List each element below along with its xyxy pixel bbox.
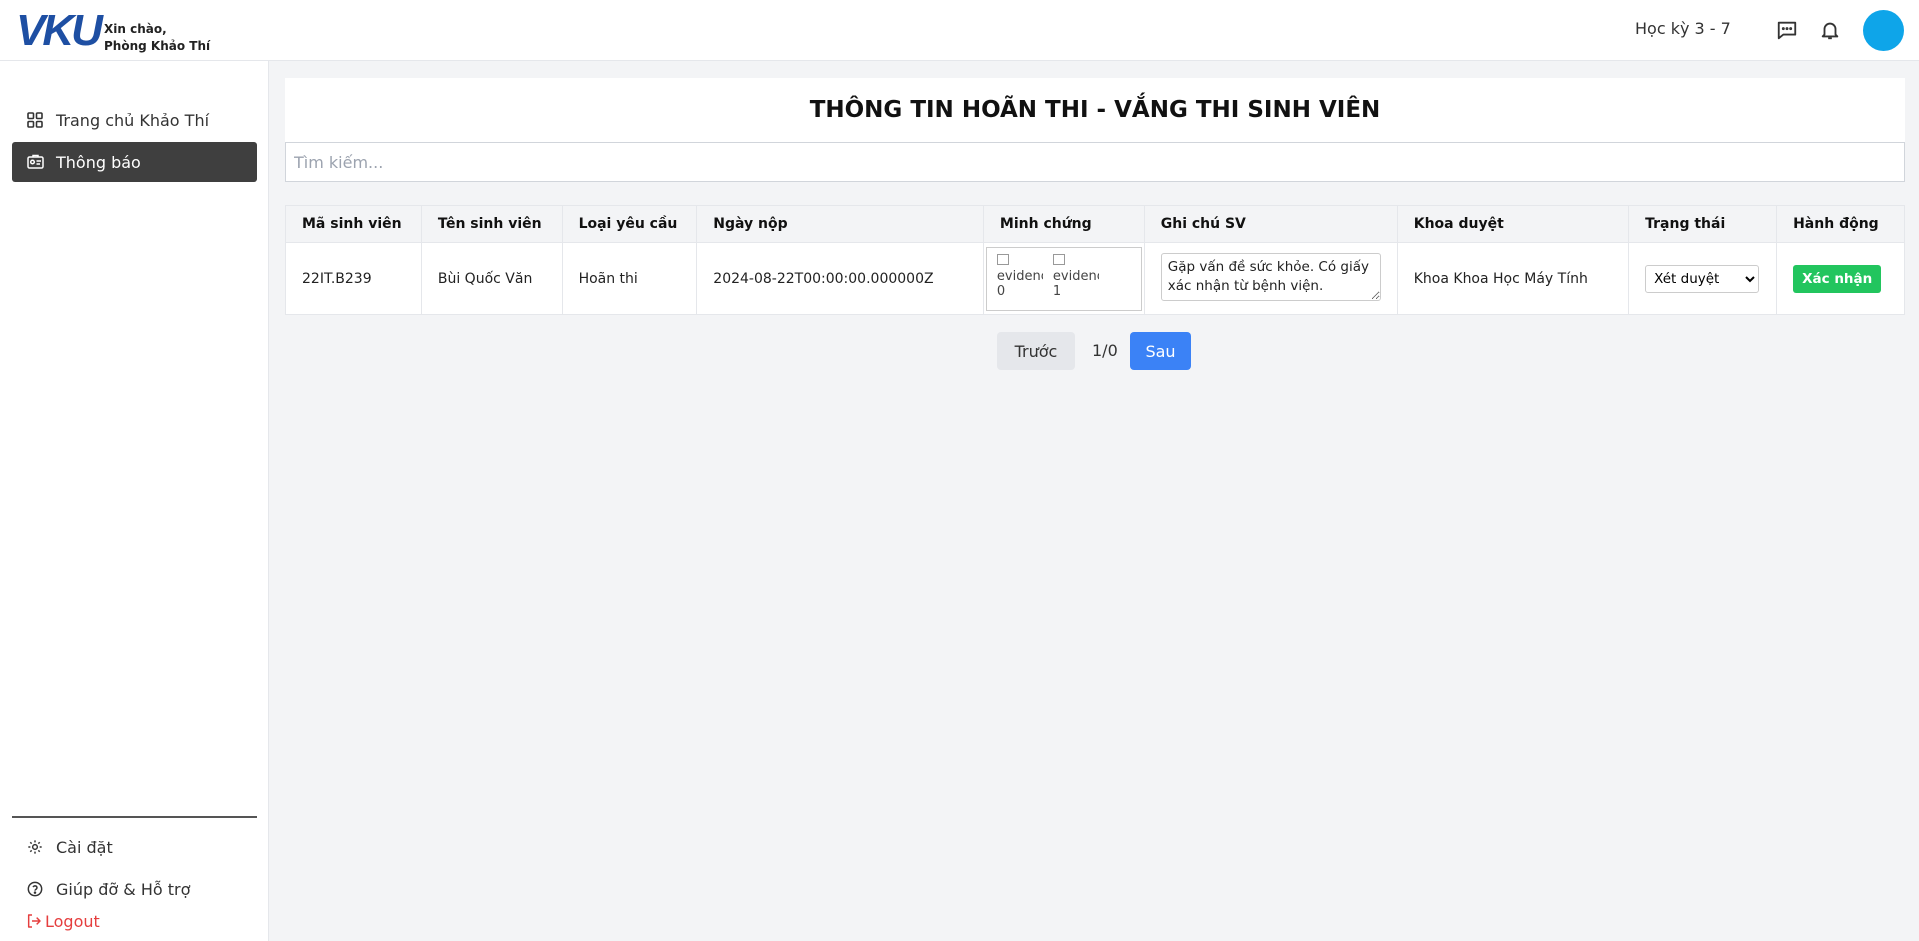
search-input[interactable]: [285, 142, 1905, 182]
sidebar-item-notifications[interactable]: Thông báo: [12, 142, 257, 182]
evidence-alt-text: evidence 0: [996, 268, 1043, 299]
broken-image-icon: [996, 253, 1009, 265]
grid-icon: [26, 111, 44, 129]
table-row: 22IT.B239 Bùi Quốc Văn Hoãn thi 2024-08-…: [285, 242, 1905, 315]
greeting-line1: Xin chào,: [104, 22, 167, 36]
help-icon: [26, 880, 44, 898]
column-header[interactable]: Minh chứng: [982, 205, 1145, 243]
sidebar-item-home[interactable]: Trang chủ Khảo Thí: [12, 100, 257, 140]
semester-label[interactable]: Học kỳ 3 - 7: [1635, 19, 1731, 38]
chat-icon[interactable]: [1775, 18, 1799, 42]
evidence-gallery: evidence 0 evidence 1: [985, 246, 1142, 311]
id-card-icon: [26, 153, 44, 171]
action-cell: Xác nhận: [1776, 242, 1905, 315]
prev-page-button[interactable]: Trước: [997, 332, 1075, 370]
gear-icon: [26, 838, 44, 856]
sidebar-item-logout[interactable]: Logout: [12, 901, 257, 941]
page-title: THÔNG TIN HOÃN THI - VẮNG THI SINH VIÊN: [285, 78, 1905, 142]
column-header[interactable]: Trạng thái: [1628, 205, 1778, 243]
sidebar-divider: [12, 816, 257, 818]
sidebar-item-label: Thông báo: [56, 152, 141, 172]
confirm-button[interactable]: Xác nhận: [1793, 264, 1882, 293]
sidebar-item-settings[interactable]: Cài đặt: [12, 827, 257, 867]
column-header[interactable]: Loại yêu cầu: [561, 205, 698, 243]
sidebar-item-label: Cài đặt: [56, 837, 113, 857]
logo-text: VKU: [16, 6, 103, 55]
student-id-cell: 22IT.B239: [285, 242, 422, 315]
avatar[interactable]: [1863, 10, 1904, 51]
column-header[interactable]: Khoa duyệt: [1396, 205, 1630, 243]
column-header[interactable]: Mã sinh viên: [285, 205, 422, 243]
evidence-image[interactable]: evidence 0: [996, 253, 1043, 300]
status-cell: Xét duyệt: [1628, 242, 1778, 315]
table-header-row: Mã sinh viên Tên sinh viên Loại yêu cầu …: [285, 205, 1905, 243]
evidence-alt-text: evidence 1: [1052, 268, 1099, 299]
requests-table: Mã sinh viên Tên sinh viên Loại yêu cầu …: [285, 205, 1905, 315]
greeting: Xin chào, Phòng Khảo Thí: [104, 21, 210, 55]
status-select[interactable]: Xét duyệt: [1645, 264, 1760, 293]
main-panel: THÔNG TIN HOÃN THI - VẮNG THI SINH VIÊN: [285, 78, 1905, 182]
department-cell: Khoa Khoa Học Máy Tính: [1396, 242, 1630, 315]
column-header[interactable]: Ghi chú SV: [1143, 205, 1398, 243]
student-note-textarea[interactable]: Gặp vấn đề sức khỏe. Có giấy xác nhận từ…: [1160, 252, 1381, 301]
sidebar-item-label: Logout: [45, 911, 100, 931]
greeting-user: Phòng Khảo Thí: [104, 39, 211, 53]
submitted-date-cell: 2024-08-22T00:00:00.000000Z: [696, 242, 984, 315]
logout-icon: [25, 912, 43, 930]
bell-icon[interactable]: [1818, 18, 1842, 42]
evidence-cell: evidence 0 evidence 1: [982, 242, 1145, 315]
evidence-image[interactable]: evidence 1: [1052, 253, 1099, 300]
page-indicator: 1/0: [1092, 341, 1118, 360]
column-header[interactable]: Hành động: [1776, 205, 1905, 243]
broken-image-icon: [1052, 253, 1065, 265]
request-type-cell: Hoãn thi: [561, 242, 698, 315]
note-cell: Gặp vấn đề sức khỏe. Có giấy xác nhận từ…: [1143, 242, 1398, 315]
column-header[interactable]: Tên sinh viên: [420, 205, 563, 243]
next-page-button[interactable]: Sau: [1130, 332, 1191, 370]
top-bar: VKU Xin chào, Phòng Khảo Thí Học kỳ 3 - …: [0, 0, 1919, 61]
column-header[interactable]: Ngày nộp: [696, 205, 984, 243]
student-name-cell: Bùi Quốc Văn: [420, 242, 563, 315]
vku-logo[interactable]: VKU: [16, 6, 103, 55]
sidebar: Trang chủ Khảo Thí Thông báo Cài đặt Giú…: [0, 61, 269, 941]
sidebar-item-label: Trang chủ Khảo Thí: [56, 110, 210, 130]
sidebar-item-label: Giúp đỡ & Hỗ trợ: [56, 879, 191, 899]
